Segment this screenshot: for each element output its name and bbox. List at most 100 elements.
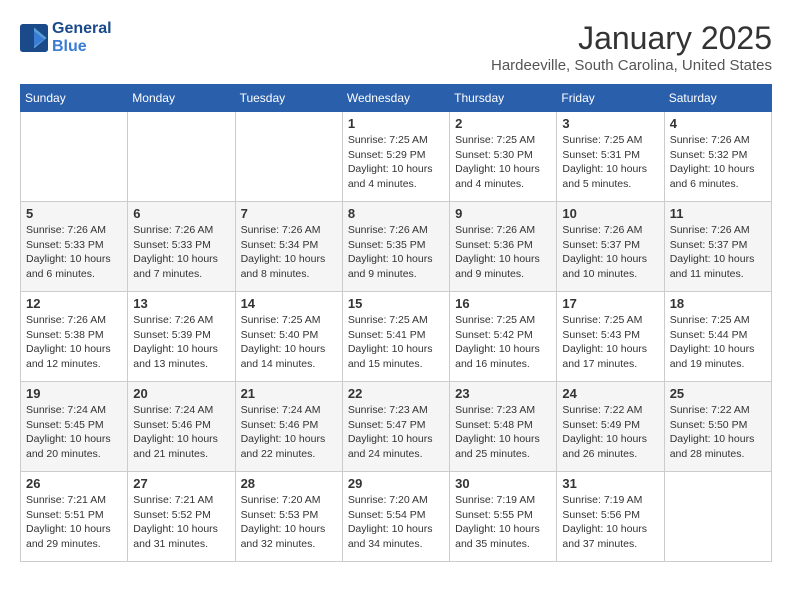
day-number: 17 [562, 296, 658, 311]
day-number: 1 [348, 116, 444, 131]
day-number: 3 [562, 116, 658, 131]
header-friday: Friday [557, 85, 664, 112]
day-number: 28 [241, 476, 337, 491]
day-cell: 10 Sunrise: 7:26 AMSunset: 5:37 PMDayligh… [557, 202, 664, 292]
day-number: 9 [455, 206, 551, 221]
day-cell: 30 Sunrise: 7:19 AMSunset: 5:55 PMDayligh… [450, 472, 557, 562]
day-cell: 22Sunrise: 7:23 AMSunset: 5:47 PMDayligh… [342, 382, 449, 472]
day-cell [664, 472, 771, 562]
day-cell: 14Sunrise: 7:25 AMSunset: 5:40 PMDayligh… [235, 292, 342, 382]
logo-icon [20, 24, 48, 52]
day-cell: 19 Sunrise: 7:24 AMSunset: 5:45 PMDayligh… [21, 382, 128, 472]
day-number: 10 [562, 206, 658, 221]
day-number: 5 [26, 206, 122, 221]
day-info: Sunrise: 7:25 AMSunset: 5:29 PMDaylight:… [348, 133, 444, 192]
day-cell: 16Sunrise: 7:25 AMSunset: 5:42 PMDayligh… [450, 292, 557, 382]
day-number: 12 [26, 296, 122, 311]
day-number: 4 [670, 116, 766, 131]
day-info: Sunrise: 7:26 AMSunset: 5:35 PMDaylight:… [348, 223, 444, 282]
header-wednesday: Wednesday [342, 85, 449, 112]
day-number: 2 [455, 116, 551, 131]
day-number: 20 [133, 386, 229, 401]
page-header: General Blue January 2025 Hardeeville, S… [20, 20, 772, 74]
week-row-2: 5 Sunrise: 7:26 AMSunset: 5:33 PMDaylight… [21, 202, 772, 292]
header-thursday: Thursday [450, 85, 557, 112]
day-number: 14 [241, 296, 337, 311]
day-info: Sunrise: 7:24 AMSunset: 5:46 PMDaylight:… [241, 403, 337, 462]
day-info: Sunrise: 7:22 AMSunset: 5:49 PMDaylight:… [562, 403, 658, 462]
day-info: Sunrise: 7:25 AMSunset: 5:30 PMDaylight:… [455, 133, 551, 192]
header-saturday: Saturday [664, 85, 771, 112]
day-info: Sunrise: 7:20 AMSunset: 5:54 PMDaylight:… [348, 493, 444, 552]
day-number: 11 [670, 206, 766, 221]
day-info: Sunrise: 7:24 AMSunset: 5:46 PMDaylight:… [133, 403, 229, 462]
day-info: Sunrise: 7:23 AMSunset: 5:48 PMDaylight:… [455, 403, 551, 462]
day-info: Sunrise: 7:22 AMSunset: 5:50 PMDaylight:… [670, 403, 766, 462]
day-cell: 9 Sunrise: 7:26 AMSunset: 5:36 PMDaylight… [450, 202, 557, 292]
day-number: 8 [348, 206, 444, 221]
header-monday: Monday [128, 85, 235, 112]
day-info: Sunrise: 7:21 AMSunset: 5:51 PMDaylight:… [26, 493, 122, 552]
day-cell: 8 Sunrise: 7:26 AMSunset: 5:35 PMDaylight… [342, 202, 449, 292]
day-number: 31 [562, 476, 658, 491]
day-info: Sunrise: 7:19 AMSunset: 5:56 PMDaylight:… [562, 493, 658, 552]
day-cell: 20 Sunrise: 7:24 AMSunset: 5:46 PMDayligh… [128, 382, 235, 472]
calendar-table: SundayMondayTuesdayWednesdayThursdayFrid… [20, 84, 772, 562]
day-info: Sunrise: 7:25 AMSunset: 5:42 PMDaylight:… [455, 313, 551, 372]
day-info: Sunrise: 7:26 AMSunset: 5:34 PMDaylight:… [241, 223, 337, 282]
logo-line2: Blue [52, 38, 112, 56]
header-sunday: Sunday [21, 85, 128, 112]
day-number: 19 [26, 386, 122, 401]
day-info: Sunrise: 7:26 AMSunset: 5:33 PMDaylight:… [26, 223, 122, 282]
day-info: Sunrise: 7:26 AMSunset: 5:38 PMDaylight:… [26, 313, 122, 372]
day-number: 13 [133, 296, 229, 311]
day-cell [21, 112, 128, 202]
day-cell: 12 Sunrise: 7:26 AMSunset: 5:38 PMDayligh… [21, 292, 128, 382]
day-info: Sunrise: 7:26 AMSunset: 5:37 PMDaylight:… [670, 223, 766, 282]
day-number: 27 [133, 476, 229, 491]
day-info: Sunrise: 7:19 AMSunset: 5:55 PMDaylight:… [455, 493, 551, 552]
calendar-title: January 2025 [491, 20, 772, 57]
logo: General Blue [20, 20, 112, 56]
week-row-4: 19 Sunrise: 7:24 AMSunset: 5:45 PMDayligh… [21, 382, 772, 472]
calendar-header-row: SundayMondayTuesdayWednesdayThursdayFrid… [21, 85, 772, 112]
day-info: Sunrise: 7:25 AMSunset: 5:31 PMDaylight:… [562, 133, 658, 192]
day-cell: 5 Sunrise: 7:26 AMSunset: 5:33 PMDaylight… [21, 202, 128, 292]
week-row-1: 1 Sunrise: 7:25 AMSunset: 5:29 PMDaylight… [21, 112, 772, 202]
day-number: 21 [241, 386, 337, 401]
day-cell: 25 Sunrise: 7:22 AMSunset: 5:50 PMDayligh… [664, 382, 771, 472]
day-number: 22 [348, 386, 444, 401]
day-info: Sunrise: 7:26 AMSunset: 5:33 PMDaylight:… [133, 223, 229, 282]
day-cell: 26Sunrise: 7:21 AMSunset: 5:51 PMDayligh… [21, 472, 128, 562]
day-info: Sunrise: 7:21 AMSunset: 5:52 PMDaylight:… [133, 493, 229, 552]
day-cell: 23 Sunrise: 7:23 AMSunset: 5:48 PMDayligh… [450, 382, 557, 472]
day-cell: 1 Sunrise: 7:25 AMSunset: 5:29 PMDaylight… [342, 112, 449, 202]
day-number: 23 [455, 386, 551, 401]
day-cell: 17Sunrise: 7:25 AMSunset: 5:43 PMDayligh… [557, 292, 664, 382]
day-number: 18 [670, 296, 766, 311]
day-number: 24 [562, 386, 658, 401]
day-cell [128, 112, 235, 202]
day-cell: 13Sunrise: 7:26 AMSunset: 5:39 PMDayligh… [128, 292, 235, 382]
logo-line1: General [52, 20, 112, 38]
day-number: 29 [348, 476, 444, 491]
day-number: 7 [241, 206, 337, 221]
week-row-3: 12 Sunrise: 7:26 AMSunset: 5:38 PMDayligh… [21, 292, 772, 382]
week-row-5: 26Sunrise: 7:21 AMSunset: 5:51 PMDayligh… [21, 472, 772, 562]
calendar-subtitle: Hardeeville, South Carolina, United Stat… [491, 57, 772, 74]
day-info: Sunrise: 7:25 AMSunset: 5:44 PMDaylight:… [670, 313, 766, 372]
day-info: Sunrise: 7:26 AMSunset: 5:37 PMDaylight:… [562, 223, 658, 282]
day-number: 30 [455, 476, 551, 491]
day-cell: 28Sunrise: 7:20 AMSunset: 5:53 PMDayligh… [235, 472, 342, 562]
day-cell: 7 Sunrise: 7:26 AMSunset: 5:34 PMDaylight… [235, 202, 342, 292]
header-tuesday: Tuesday [235, 85, 342, 112]
day-cell: 11 Sunrise: 7:26 AMSunset: 5:37 PMDayligh… [664, 202, 771, 292]
day-cell: 6Sunrise: 7:26 AMSunset: 5:33 PMDaylight… [128, 202, 235, 292]
day-info: Sunrise: 7:26 AMSunset: 5:36 PMDaylight:… [455, 223, 551, 282]
day-cell: 24 Sunrise: 7:22 AMSunset: 5:49 PMDayligh… [557, 382, 664, 472]
day-cell: 31 Sunrise: 7:19 AMSunset: 5:56 PMDayligh… [557, 472, 664, 562]
day-info: Sunrise: 7:24 AMSunset: 5:45 PMDaylight:… [26, 403, 122, 462]
day-number: 25 [670, 386, 766, 401]
day-cell: 27 Sunrise: 7:21 AMSunset: 5:52 PMDayligh… [128, 472, 235, 562]
day-cell: 2 Sunrise: 7:25 AMSunset: 5:30 PMDaylight… [450, 112, 557, 202]
